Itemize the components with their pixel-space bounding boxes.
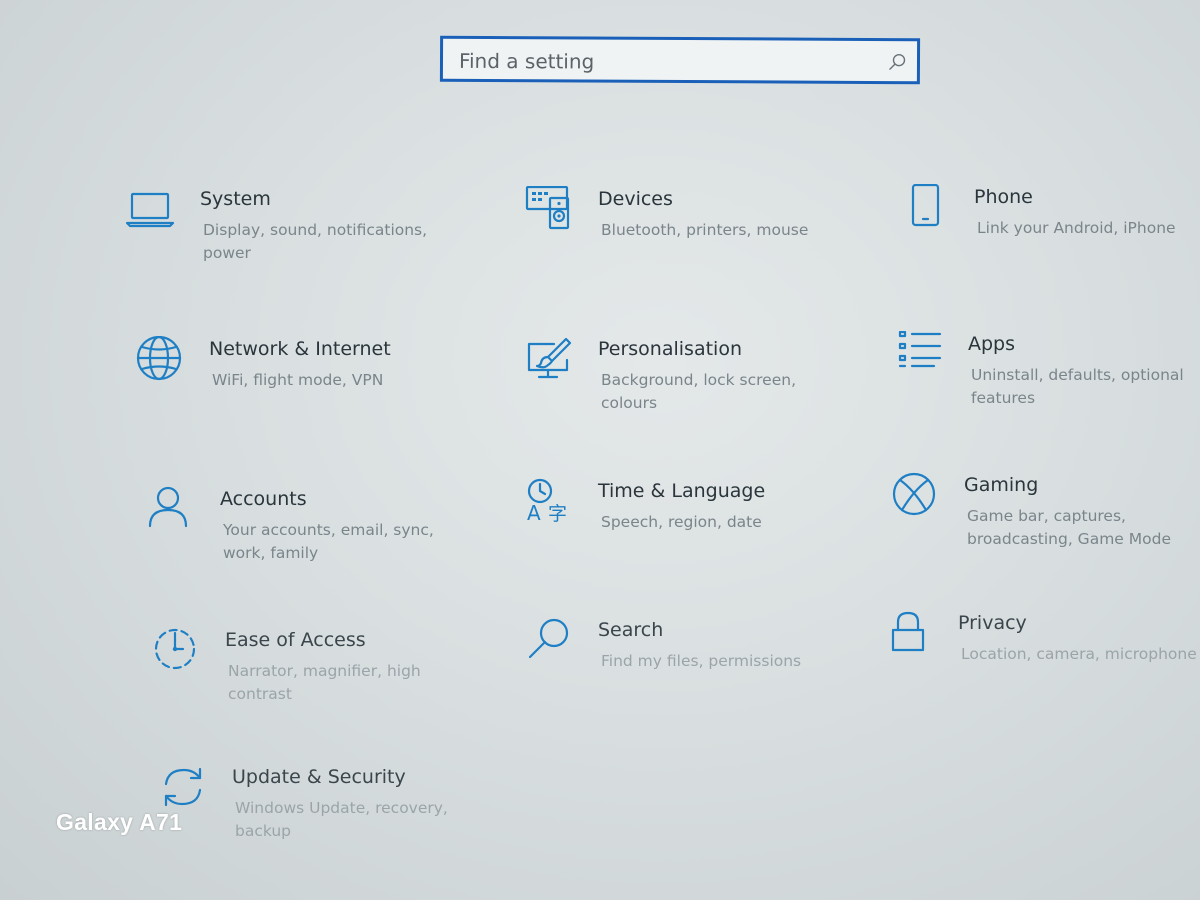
time-language-icon: A 字 [524,478,576,530]
tile-description: Find my files, permissions [601,652,802,670]
tile-title: Update & Security [232,766,406,788]
tile-title: Accounts [220,488,307,510]
tile-phone[interactable]: Phone Link your Android, iPhone [900,184,1200,294]
tile-description: Speech, region, date [601,513,762,531]
tile-title: Ease of Access [225,629,366,651]
tile-title: Apps [968,333,1016,355]
tile-description: Windows Update, recovery, backup [235,799,448,840]
ease-of-access-icon [151,627,203,679]
tile-description: Link your Android, iPhone [977,219,1176,237]
tile-personalisation[interactable]: Personalisation Background, lock screen,… [524,336,854,446]
keyboard-speaker-icon [524,186,576,238]
tile-title: System [200,188,271,210]
tile-description: Background, lock screen, colours [601,371,796,412]
tile-ease-of-access[interactable]: Ease of Access Narrator, magnifier, high… [151,627,481,737]
tile-gaming[interactable]: Gaming Game bar, captures, broadcasting,… [890,472,1200,582]
tile-description: Your accounts, email, sync, work, family [223,521,434,562]
tile-title: Gaming [964,474,1039,496]
tile-title: Phone [974,186,1033,208]
tile-description: Location, camera, microphone [961,645,1197,663]
tile-title: Network & Internet [209,338,391,360]
tile-title: Time & Language [598,480,766,502]
lock-icon [884,610,936,662]
camera-watermark: Galaxy A71 [56,809,183,835]
tile-title: Devices [598,188,673,210]
person-icon [146,486,198,538]
tile-devices[interactable]: Devices Bluetooth, printers, mouse [524,186,854,296]
search-icon[interactable] [887,52,907,72]
tile-description: Display, sound, notifications, power [203,221,428,262]
tile-update-security[interactable]: Update & Security Windows Update, recove… [158,764,488,874]
list-icon [894,331,946,383]
tile-description: WiFi, flight mode, VPN [212,371,384,389]
tile-title: Search [598,619,664,641]
tile-system[interactable]: System Display, sound, notifications, po… [126,186,456,296]
tile-privacy[interactable]: Privacy Location, camera, microphone [884,610,1200,720]
search-box[interactable] [439,35,921,85]
phone-icon [900,184,952,236]
paintbrush-icon [524,336,576,388]
search-icon [524,617,576,669]
tile-description: Narrator, magnifier, high contrast [228,662,421,703]
tile-description: Bluetooth, printers, mouse [601,221,809,239]
tile-apps[interactable]: Apps Uninstall, defaults, optional featu… [894,331,1200,441]
tile-network-internet[interactable]: Network & Internet WiFi, flight mode, VP… [135,336,465,446]
tile-description: Game bar, captures, broadcasting, Game M… [967,507,1171,548]
search-input[interactable] [456,44,862,79]
tile-time-language[interactable]: A 字 Time & Language Speech, region, date [524,478,854,588]
svg-text:字: 字 [548,503,567,525]
tile-accounts[interactable]: Accounts Your accounts, email, sync, wor… [146,486,476,596]
globe-icon [135,336,187,388]
xbox-icon [890,472,942,524]
tile-search[interactable]: Search Find my files, permissions [524,617,854,727]
laptop-icon [126,186,178,238]
tile-description: Uninstall, defaults, optional features [971,366,1184,407]
tile-title: Privacy [958,612,1027,634]
svg-text:A: A [527,501,541,525]
tile-title: Personalisation [598,338,742,360]
